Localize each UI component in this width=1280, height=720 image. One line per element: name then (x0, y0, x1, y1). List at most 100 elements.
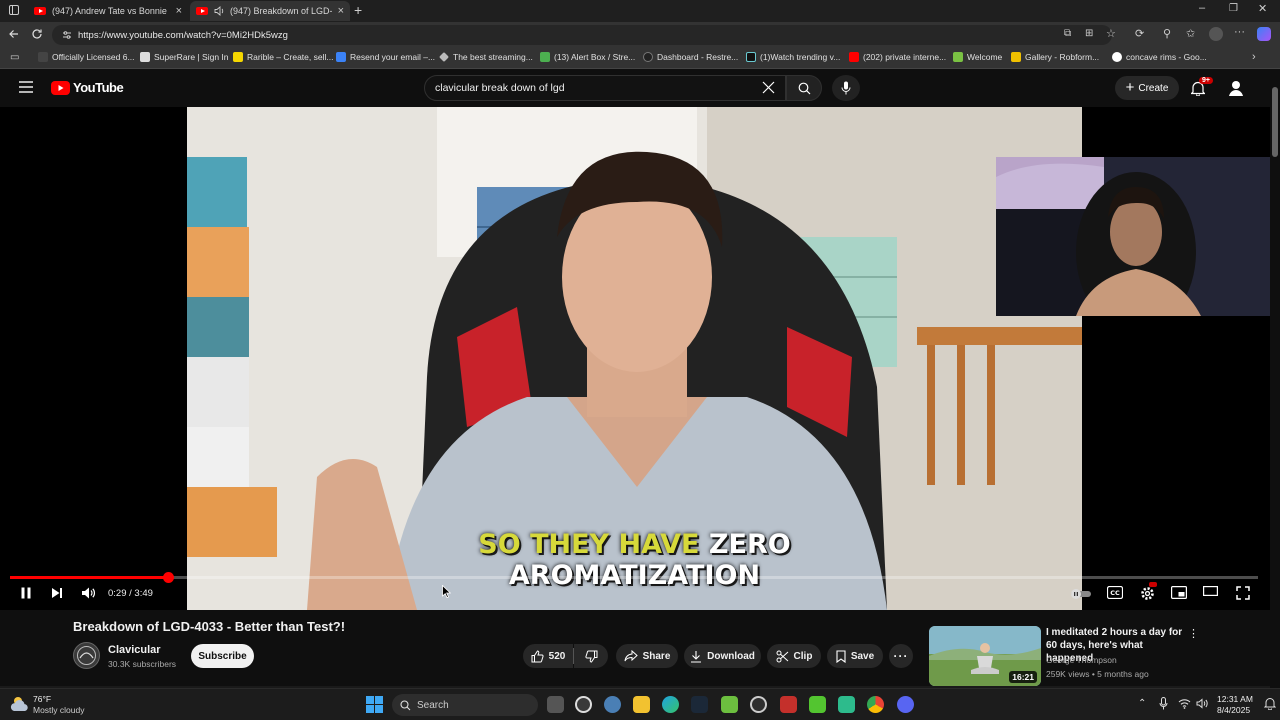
app-green-icon[interactable] (721, 696, 738, 713)
collections-icon[interactable]: ⚲ (1163, 27, 1171, 40)
bookmark-item[interactable]: Officially Licensed 6... (38, 52, 135, 62)
more-menu-icon[interactable]: ··· (1234, 26, 1245, 38)
pause-button[interactable] (19, 586, 33, 600)
refresh-icon[interactable] (31, 28, 43, 40)
youtube-logo[interactable]: YouTube (51, 80, 124, 95)
chevron-right-icon[interactable]: › (1252, 51, 1256, 63)
channel-name[interactable]: Clavicular (108, 644, 161, 656)
next-video-button[interactable] (50, 586, 64, 600)
page-scrollbar[interactable] (1270, 69, 1280, 686)
url-field[interactable]: https://www.youtube.com/watch?v=0Mi2HDk5… (52, 25, 1112, 45)
bookmark-item[interactable]: SuperRare | Sign In (140, 52, 229, 62)
app-circle-icon[interactable] (575, 696, 592, 713)
subscribe-button[interactable]: Subscribe (191, 644, 254, 668)
clip-button[interactable]: Clip (767, 644, 821, 668)
app-c-icon[interactable] (750, 696, 767, 713)
microphone-tray-icon[interactable] (1159, 697, 1168, 710)
file-explorer-icon[interactable] (633, 696, 650, 713)
search-query-text: clavicular break down of lgd (435, 82, 565, 94)
clock-time[interactable]: 12:31 AM (1217, 694, 1253, 704)
chrome-browser-icon[interactable] (867, 696, 884, 713)
miniplayer-button[interactable] (1171, 586, 1187, 599)
bookmark-item[interactable]: concave rims - Goo... (1112, 52, 1207, 62)
steam-icon[interactable] (691, 696, 708, 713)
volume-button[interactable] (81, 586, 96, 600)
close-tab-icon[interactable]: × (338, 5, 344, 17)
more-actions-button[interactable]: ··· (889, 644, 913, 668)
browser-tab-2[interactable]: (947) Breakdown of LGD-403 × (190, 1, 350, 21)
recommended-video-channel[interactable]: George Thompson (1046, 655, 1117, 665)
bookmark-item[interactable]: Dashboard - Restre... (643, 52, 738, 62)
edge-browser-icon[interactable] (662, 696, 679, 713)
bookmark-item[interactable]: Rarible – Create, sell... (233, 52, 333, 62)
app-red-icon[interactable] (780, 696, 797, 713)
notifications-bell-icon[interactable]: 9+ (1191, 77, 1213, 96)
bookmark-item[interactable]: (1)Watch trending v... (746, 52, 840, 62)
create-button[interactable]: + Create (1115, 76, 1179, 100)
volume-tray-icon[interactable] (1196, 698, 1209, 709)
subtitles-button[interactable]: CC (1107, 586, 1123, 599)
favorites-icon[interactable]: ✩ (1186, 27, 1195, 40)
close-tab-icon[interactable]: × (176, 5, 182, 17)
recommended-video-thumbnail[interactable]: 16:21 (929, 626, 1041, 686)
speaker-icon[interactable] (214, 6, 225, 16)
back-arrow-icon[interactable] (8, 28, 20, 40)
save-button[interactable]: Save (827, 644, 883, 668)
task-view-icon[interactable] (547, 696, 564, 713)
bookmark-favicon-icon (38, 52, 48, 62)
extensions-icon[interactable]: ⟳ (1135, 27, 1144, 40)
discord-icon[interactable] (897, 696, 914, 713)
fullscreen-button[interactable] (1236, 586, 1250, 600)
settings-button[interactable] (1140, 582, 1157, 601)
app-bars-icon[interactable] (809, 696, 826, 713)
share-button[interactable]: Share (616, 644, 678, 668)
new-tab-icon[interactable]: + (354, 2, 362, 18)
bookmark-favicon-icon (746, 52, 756, 62)
video-frame[interactable]: SO THEY HAVE ZERO AROMATIZATION (187, 107, 1082, 610)
account-avatar-icon[interactable] (1227, 79, 1245, 97)
apps-icon[interactable]: ⊞ (1085, 28, 1093, 39)
bookmark-item[interactable]: Welcome (953, 52, 1002, 62)
clock-date[interactable]: 8/4/2025 (1217, 705, 1250, 715)
hamburger-menu-icon[interactable] (19, 81, 33, 93)
translate-icon[interactable]: ⧉ (1064, 28, 1071, 39)
voice-search-button[interactable] (832, 75, 860, 101)
app-teal-icon[interactable] (838, 696, 855, 713)
settings-app-icon[interactable] (604, 696, 621, 713)
copilot-icon[interactable] (1257, 27, 1271, 41)
bookmark-item[interactable]: (202) private interne... (849, 52, 946, 62)
bookmark-item[interactable]: Resend your email –... (336, 52, 435, 62)
notification-center-icon[interactable] (1264, 697, 1276, 710)
browser-tab-1[interactable]: (947) Andrew Tate vs Bonnie Blue × (28, 1, 188, 21)
restore-icon[interactable]: ❐ (1229, 3, 1238, 14)
channel-avatar[interactable] (73, 642, 100, 669)
minimize-icon[interactable]: – (1199, 2, 1205, 14)
close-window-icon[interactable]: ✕ (1258, 2, 1267, 15)
weather-icon[interactable] (10, 695, 30, 713)
wifi-icon[interactable] (1178, 698, 1191, 709)
taskbar-search[interactable]: Search (392, 694, 538, 716)
download-button[interactable]: Download (684, 644, 761, 668)
more-horizontal-icon: ··· (893, 649, 909, 663)
clear-search-icon[interactable] (762, 81, 775, 94)
bookmark-item[interactable]: Gallery - Robform... (1011, 52, 1099, 62)
bookmark-item[interactable]: (13) Alert Box / Stre... (540, 52, 635, 62)
dislike-button[interactable] (574, 644, 608, 668)
windows-start-icon[interactable] (366, 696, 383, 713)
theater-mode-button[interactable] (1203, 586, 1218, 596)
youtube-favicon-icon (34, 7, 46, 15)
search-input[interactable]: clavicular break down of lgd (424, 75, 786, 101)
bookmark-item[interactable]: The best streaming... (439, 52, 533, 62)
search-button[interactable] (786, 75, 822, 101)
favorite-star-icon[interactable]: ☆ (1106, 27, 1116, 40)
progress-bar[interactable] (10, 572, 1258, 583)
autoplay-toggle[interactable] (1071, 589, 1091, 599)
scrollbar-thumb[interactable] (1272, 87, 1278, 157)
reading-list-icon[interactable]: ▭ (10, 52, 19, 63)
more-vertical-icon[interactable]: ⋮ (1188, 627, 1199, 640)
site-info-icon[interactable] (62, 30, 72, 40)
profile-avatar-icon[interactable] (1209, 27, 1223, 41)
like-button[interactable]: 520 (523, 644, 573, 668)
chevron-up-icon[interactable]: ⌃ (1138, 698, 1146, 709)
tab-actions-icon[interactable] (8, 4, 20, 16)
